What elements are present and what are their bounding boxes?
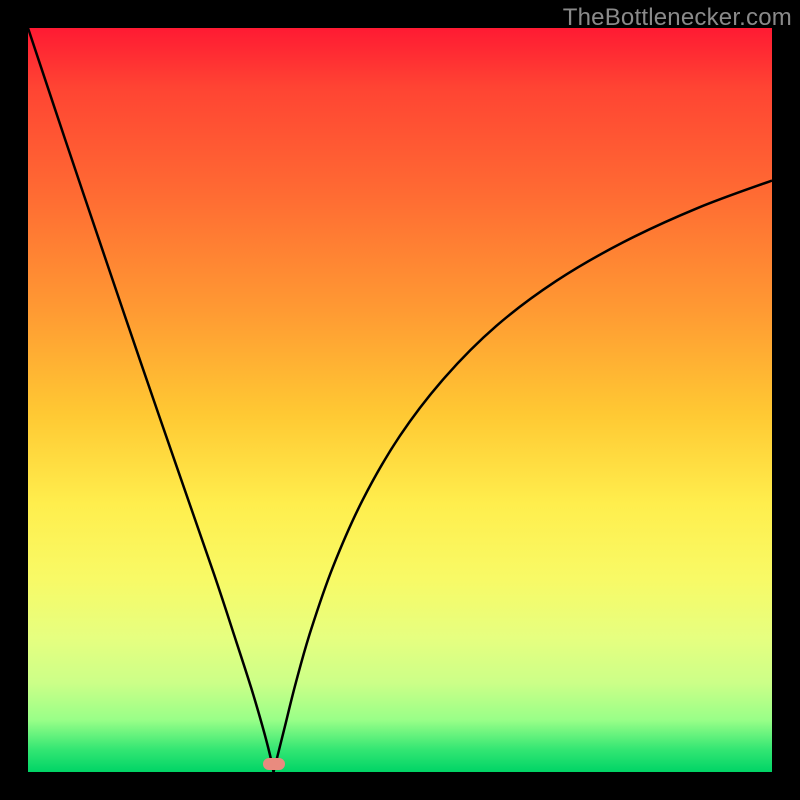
minimum-marker bbox=[263, 758, 285, 770]
chart-plot-area bbox=[28, 28, 772, 772]
bottleneck-curve bbox=[28, 28, 772, 772]
chart-frame: TheBottlenecker.com bbox=[0, 0, 800, 800]
curve-left-branch bbox=[28, 28, 274, 772]
curve-right-branch bbox=[274, 181, 772, 772]
